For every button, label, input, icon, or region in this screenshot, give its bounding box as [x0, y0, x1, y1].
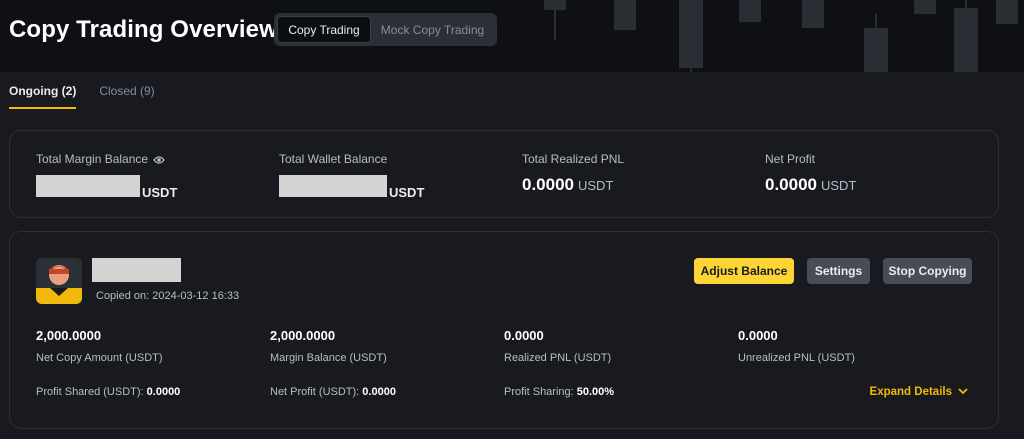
- metric-label: Realized PNL (USDT): [504, 352, 612, 364]
- metric-label: Net Copy Amount (USDT): [36, 352, 163, 364]
- metric-value: 0.0000: [504, 328, 544, 343]
- user-avatar[interactable]: [36, 258, 82, 304]
- stop-copying-button[interactable]: Stop Copying: [883, 258, 972, 284]
- net-profit-label: Net Profit: [765, 152, 816, 166]
- net-copy-amount-metric: 2,000.0000 Net Copy Amount (USDT): [36, 328, 163, 364]
- page-title: Copy Trading Overview: [9, 16, 278, 43]
- expand-details-label: Expand Details: [869, 386, 952, 398]
- trading-mode-toggle: Copy Trading Mock Copy Trading: [274, 13, 497, 46]
- page-header: Copy Trading Overview Copy Trading Mock …: [0, 0, 1024, 72]
- profit-shared-value: 0.0000: [146, 386, 181, 398]
- status-tabs: Ongoing (2) Closed (9): [9, 84, 155, 109]
- tab-closed[interactable]: Closed (9): [99, 84, 154, 109]
- total-realized-pnl-stat: Total Realized PNL 0.0000 USDT: [522, 152, 624, 195]
- metric-label: Margin Balance (USDT): [270, 352, 387, 364]
- margin-balance-metric: 2,000.0000 Margin Balance (USDT): [270, 328, 387, 364]
- total-margin-balance-label: Total Margin Balance: [36, 152, 149, 166]
- chevron-down-icon: [958, 386, 968, 398]
- total-margin-balance-stat: Total Margin Balance USDT: [36, 152, 177, 200]
- copied-trader-card: Copied on: 2024-03-12 16:33 Adjust Balan…: [9, 231, 999, 429]
- metric-value: 2,000.0000: [270, 328, 336, 343]
- metric-value: 0.0000: [738, 328, 778, 343]
- profit-sharing-value: 50.00%: [576, 386, 615, 398]
- decorative-candlestick-background: [504, 0, 1024, 72]
- profit-sharing-row: Profit Sharing: 50.00%: [504, 386, 614, 398]
- eye-icon[interactable]: [153, 154, 165, 164]
- profit-shared-label: Profit Shared (USDT):: [36, 386, 144, 398]
- net-profit-value: 0.0000: [765, 175, 817, 194]
- hidden-trader-name-mask: [92, 258, 181, 282]
- net-profit-row: Net Profit (USDT): 0.0000: [270, 386, 396, 398]
- hidden-balance-mask: [36, 175, 140, 197]
- total-margin-balance-unit: USDT: [142, 185, 178, 200]
- total-wallet-balance-label: Total Wallet Balance: [279, 152, 388, 166]
- summary-card: Total Margin Balance USDT Total Wallet B…: [9, 130, 999, 218]
- net-profit-sub-label: Net Profit (USDT):: [270, 386, 360, 398]
- expand-details-link[interactable]: Expand Details: [870, 386, 968, 398]
- net-profit-unit: USDT: [821, 178, 857, 193]
- realized-pnl-metric: 0.0000 Realized PNL (USDT): [504, 328, 611, 364]
- tab-ongoing[interactable]: Ongoing (2): [9, 84, 77, 109]
- copy-trading-mode-button[interactable]: Copy Trading: [277, 16, 371, 43]
- total-wallet-balance-unit: USDT: [389, 185, 425, 200]
- copied-on-date: Copied on: 2024-03-12 16:33: [96, 290, 240, 302]
- adjust-balance-button[interactable]: Adjust Balance: [694, 258, 794, 284]
- hidden-balance-mask: [279, 175, 387, 197]
- total-realized-pnl-label: Total Realized PNL: [522, 152, 625, 166]
- metric-label: Unrealized PNL (USDT): [738, 352, 855, 364]
- net-profit-sub-value: 0.0000: [362, 386, 396, 398]
- net-profit-stat: Net Profit 0.0000 USDT: [765, 152, 856, 195]
- profit-sharing-label: Profit Sharing:: [504, 386, 574, 398]
- total-wallet-balance-stat: Total Wallet Balance USDT: [279, 152, 424, 200]
- profit-shared-row: Profit Shared (USDT): 0.0000: [36, 386, 180, 398]
- total-realized-pnl-value: 0.0000: [522, 175, 574, 194]
- settings-button[interactable]: Settings: [807, 258, 870, 284]
- mock-copy-trading-mode-button[interactable]: Mock Copy Trading: [371, 16, 494, 43]
- metric-value: 2,000.0000: [36, 328, 102, 343]
- unrealized-pnl-metric: 0.0000 Unrealized PNL (USDT): [738, 328, 855, 364]
- total-realized-pnl-unit: USDT: [578, 178, 614, 193]
